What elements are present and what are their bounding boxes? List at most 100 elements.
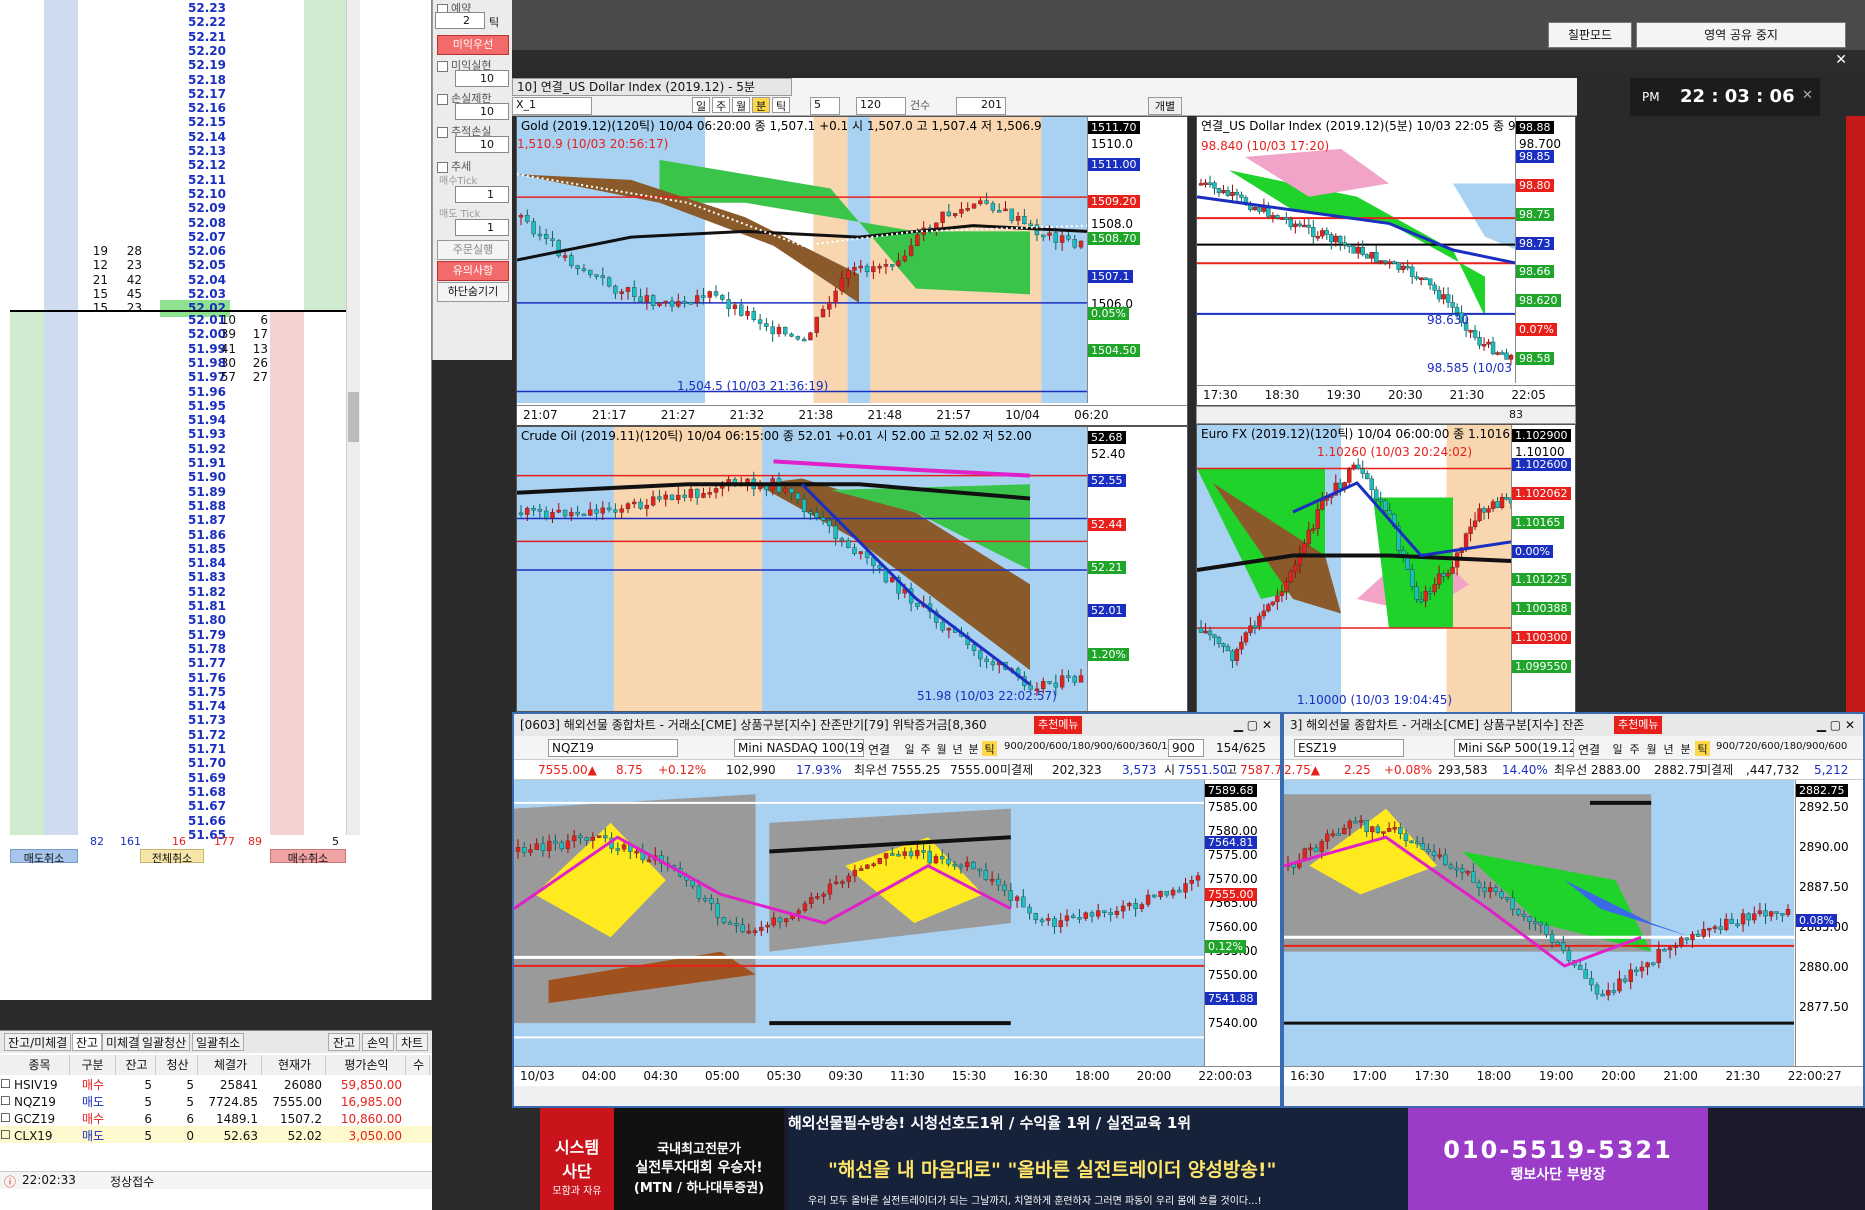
status-message: 정상접수 xyxy=(110,1175,155,1189)
chalkboard-mode-button[interactable]: 칠판모드 xyxy=(1548,22,1632,48)
clock-close-icon[interactable]: ✕ xyxy=(1802,88,1813,103)
individual-mode-button[interactable]: 개별 xyxy=(1148,97,1182,115)
nasdaq-window-controls[interactable]: ▁ ▢ ✕ xyxy=(1234,714,1272,736)
interval-select[interactable]: 120 xyxy=(856,97,906,115)
sp500-window-controls[interactable]: ▁ ▢ ✕ xyxy=(1817,714,1855,736)
buy-tick-spinner[interactable]: 1 xyxy=(455,186,509,203)
pos-right-tab-2[interactable]: 차트 xyxy=(396,1033,429,1051)
price-badge: 98.620 xyxy=(1516,294,1561,308)
candle xyxy=(896,853,901,857)
crude-chart-panel: Crude Oil (2019.11)(120틱) 10/04 06:15:00… xyxy=(516,426,1188,712)
y-tick-label: 2890.00 xyxy=(1799,840,1849,854)
chart-code-select[interactable]: X_1 xyxy=(512,97,592,115)
sp500-period-3[interactable]: 년 xyxy=(1661,741,1676,756)
sp500-unsettled: ,447,732 xyxy=(1746,763,1800,777)
sell-tick-spinner[interactable]: 1 xyxy=(455,219,509,236)
dxy-scrollbar[interactable]: 83 xyxy=(1196,406,1576,424)
pos-right-tab-1[interactable]: 손익 xyxy=(362,1033,395,1051)
sp500-recommend-menu[interactable]: 추천메뉴 xyxy=(1614,716,1663,734)
pos-header-5[interactable]: 현재가 xyxy=(264,1055,326,1075)
candle xyxy=(989,878,995,882)
scroll-thumb[interactable] xyxy=(348,392,359,442)
sp500-code-input[interactable]: ESZ19 xyxy=(1294,739,1404,757)
nasdaq-link-label[interactable]: 연결 xyxy=(868,741,890,758)
row-checkbox[interactable]: ☐ xyxy=(0,1125,11,1145)
sp500-period-0[interactable]: 일 xyxy=(1610,741,1625,756)
chart-tab[interactable]: 10] 연결_US Dollar Index (2019.12) - 5분 xyxy=(512,78,792,96)
close-icon[interactable]: ✕ xyxy=(1835,52,1847,68)
sp500-tick-set[interactable]: 900/720/600/180/900/600 xyxy=(1716,741,1847,752)
y-tick-label: 7560.00 xyxy=(1208,920,1258,934)
period-3-button[interactable]: 분 xyxy=(752,97,770,113)
stop-loss-spinner[interactable]: 10 xyxy=(455,103,509,120)
nasdaq-period-4[interactable]: 분 xyxy=(966,741,981,756)
candle xyxy=(1341,827,1347,835)
nasdaq-period-2[interactable]: 월 xyxy=(934,741,949,756)
nasdaq-period-0[interactable]: 일 xyxy=(902,741,917,756)
ladder-scrollbar[interactable] xyxy=(346,0,360,835)
cancel-all-button[interactable]: 전체취소 xyxy=(140,849,204,865)
period-select[interactable]: 5 xyxy=(810,97,840,115)
pos-tab-2[interactable]: 미체결 xyxy=(102,1033,144,1051)
candle xyxy=(1459,868,1465,873)
period-0-button[interactable]: 일 xyxy=(692,97,710,113)
bid-qty: 27 xyxy=(252,370,268,384)
period-4-button[interactable]: 틱 xyxy=(772,97,790,113)
candle xyxy=(1493,887,1499,892)
cancel-sell-button[interactable]: 매도취소 xyxy=(10,849,78,865)
pos-header-1[interactable]: 구분 xyxy=(70,1055,116,1075)
nasdaq-period-3[interactable]: 년 xyxy=(950,741,965,756)
pos-header-7[interactable]: 수 xyxy=(408,1055,430,1075)
candle xyxy=(1471,871,1476,883)
sp500-link-label[interactable]: 연결 xyxy=(1578,741,1600,758)
pos-header-6[interactable]: 평가손익 xyxy=(328,1055,406,1075)
share-stop-button[interactable]: 영역 공유 중지 xyxy=(1636,22,1846,48)
sp500-period-5[interactable]: 틱 xyxy=(1695,741,1710,756)
pos-header-2[interactable]: 잔고 xyxy=(118,1055,156,1075)
count-type-select[interactable]: 건수 xyxy=(910,97,950,115)
candle xyxy=(590,836,596,841)
nasdaq-tick-select[interactable]: 900 xyxy=(1168,739,1204,757)
cancel-buy-button[interactable]: 매수취소 xyxy=(270,849,346,865)
top-bar: 칠판모드 영역 공유 중지 xyxy=(512,0,1865,50)
nasdaq-period-5[interactable]: 틱 xyxy=(982,741,997,756)
candle xyxy=(1216,637,1222,644)
profit-priority-button[interactable]: 미익우선 xyxy=(437,35,509,55)
position-row[interactable]: ☐ CLX19 매도 5 0 52.63 52.02 3,050.00 xyxy=(0,1126,432,1143)
candle xyxy=(1338,235,1343,243)
hide-bottom-button[interactable]: 하단숨기기 xyxy=(437,282,509,302)
position-row[interactable]: ☐ GCZ19 매수 6 6 1489.1 1507.2 10,860.00 xyxy=(0,1109,432,1126)
trailing-spinner[interactable]: 10 xyxy=(455,136,509,153)
position-row[interactable]: ☐ NQZ19 매도 5 5 7724.85 7555.00 16,985.00 xyxy=(0,1092,432,1109)
nasdaq-period-1[interactable]: 주 xyxy=(918,741,933,756)
nasdaq-code-input[interactable]: NQZ19 xyxy=(548,739,678,757)
position-row[interactable]: ☐ HSIV19 매수 5 5 25841 26080 59,850.00 xyxy=(0,1075,432,1092)
pos-tab-3[interactable]: 일괄청산 xyxy=(138,1033,191,1051)
count-input[interactable]: 201 xyxy=(956,97,1006,115)
sp500-period-4[interactable]: 분 xyxy=(1678,741,1693,756)
sp500-period-2[interactable]: 월 xyxy=(1644,741,1659,756)
tick-spinner[interactable]: 2 xyxy=(435,12,485,29)
notice-button[interactable]: 유의사항 xyxy=(437,261,509,281)
pos-right-tab-0[interactable]: 잔고 xyxy=(328,1033,361,1051)
nasdaq-tick-set[interactable]: 900/200/600/180/900/600/360/120 xyxy=(1004,741,1180,752)
nasdaq-recommend-menu[interactable]: 추천메뉴 xyxy=(1034,716,1083,734)
candle xyxy=(1243,632,1249,643)
pos-header-4[interactable]: 체결가 xyxy=(200,1055,262,1075)
candle xyxy=(676,494,681,500)
execute-order-button[interactable]: 주문실행 xyxy=(437,240,509,260)
nasdaq-chart-window: [0603] 해외선물 종합차트 - 거래소[CME] 상품구분[지수] 잔존만… xyxy=(512,712,1282,1108)
pos-tab-4[interactable]: 일괄취소 xyxy=(192,1033,245,1051)
sp500-period-1[interactable]: 주 xyxy=(1627,741,1642,756)
candle xyxy=(1414,586,1419,600)
candle xyxy=(559,842,564,849)
period-1-button[interactable]: 주 xyxy=(712,97,730,113)
candle xyxy=(1336,833,1341,836)
pos-tab-0[interactable]: 잔고/미체결 xyxy=(4,1033,72,1051)
pos-tab-1[interactable]: 잔고 xyxy=(72,1033,103,1051)
dxy-x-axis: 17:30 18:30 19:30 20:30 21:30 22:05 xyxy=(1197,385,1575,405)
pos-header-0[interactable]: 종목 xyxy=(10,1055,70,1075)
period-2-button[interactable]: 월 xyxy=(732,97,750,113)
pos-header-3[interactable]: 청산 xyxy=(158,1055,198,1075)
take-profit-spinner[interactable]: 10 xyxy=(455,70,509,87)
